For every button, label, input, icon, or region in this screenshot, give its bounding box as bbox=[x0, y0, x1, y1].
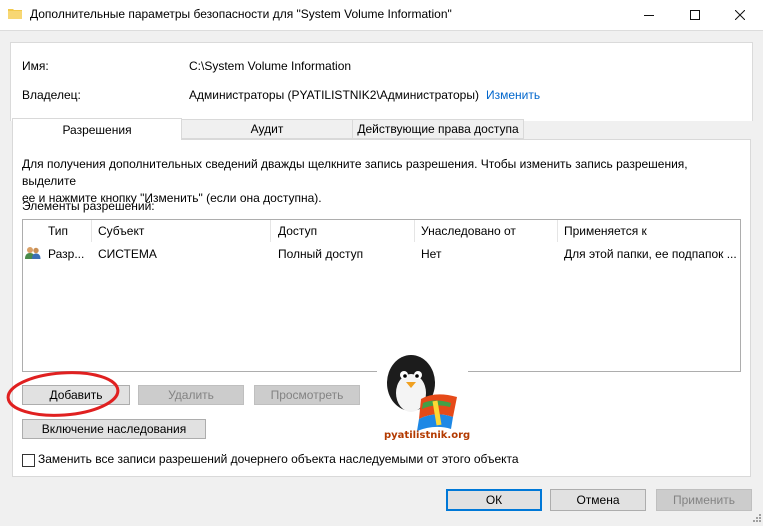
replace-child-permissions-checkbox[interactable] bbox=[22, 454, 35, 467]
column-header-applies-to[interactable]: Применяется к bbox=[564, 224, 647, 240]
column-header-access[interactable]: Доступ bbox=[278, 224, 317, 240]
close-icon bbox=[735, 10, 745, 20]
replace-child-permissions-label[interactable]: Заменить все записи разрешений дочернего… bbox=[38, 452, 519, 466]
owner-value: Администраторы (PYATILISTNIK2\Администра… bbox=[189, 88, 479, 102]
ok-button[interactable]: ОК bbox=[446, 489, 542, 511]
enable-inheritance-button[interactable]: Включение наследования bbox=[22, 419, 206, 439]
size-grip-icon[interactable] bbox=[752, 513, 762, 523]
cancel-button[interactable]: Отмена bbox=[550, 489, 646, 511]
tab-effective-access[interactable]: Действующие права доступа bbox=[352, 119, 524, 139]
title-bar[interactable]: Дополнительные параметры безопасности дл… bbox=[0, 0, 763, 30]
column-header-subject[interactable]: Субъект bbox=[98, 224, 144, 240]
owner-label: Владелец: bbox=[22, 88, 81, 102]
column-header-inherited[interactable]: Унаследовано от bbox=[421, 224, 516, 240]
change-owner-link[interactable]: Изменить bbox=[486, 88, 540, 102]
maximize-icon bbox=[690, 10, 700, 20]
column-separator[interactable] bbox=[557, 220, 558, 242]
cell-access: Полный доступ bbox=[278, 247, 364, 261]
maximize-button[interactable] bbox=[672, 0, 718, 30]
close-button[interactable] bbox=[717, 0, 763, 30]
column-separator[interactable] bbox=[270, 220, 271, 242]
cell-applies-to: Для этой папки, ее подпапок ... bbox=[564, 247, 737, 261]
cell-inherited: Нет bbox=[421, 247, 442, 261]
view-button[interactable]: Просмотреть bbox=[254, 385, 360, 405]
permission-entries-list[interactable] bbox=[22, 219, 741, 372]
folder-icon bbox=[8, 9, 22, 19]
users-icon bbox=[25, 247, 41, 259]
info-line-1: Для получения дополнительных сведений дв… bbox=[22, 157, 688, 188]
cell-type: Разр... bbox=[48, 247, 85, 261]
name-value: C:\System Volume Information bbox=[189, 59, 352, 73]
watermark-text: pyatilistnik.org bbox=[384, 430, 471, 441]
properties-panel bbox=[10, 42, 753, 121]
tab-permissions[interactable]: Разрешения bbox=[12, 118, 182, 140]
cell-subject: СИСТЕМА bbox=[98, 247, 157, 261]
column-separator[interactable] bbox=[91, 220, 92, 242]
window-title: Дополнительные параметры безопасности дл… bbox=[30, 7, 452, 21]
column-separator[interactable] bbox=[414, 220, 415, 242]
minimize-button[interactable] bbox=[626, 0, 672, 30]
minimize-icon bbox=[644, 15, 654, 16]
remove-button[interactable]: Удалить bbox=[138, 385, 244, 405]
name-label: Имя: bbox=[22, 59, 49, 73]
apply-button[interactable]: Применить bbox=[656, 489, 752, 511]
highlight-ellipse bbox=[6, 371, 120, 417]
column-header-type[interactable]: Тип bbox=[48, 224, 68, 240]
permission-entries-label: Элементы разрешений: bbox=[22, 199, 155, 213]
tab-audit[interactable]: Аудит bbox=[181, 119, 353, 139]
